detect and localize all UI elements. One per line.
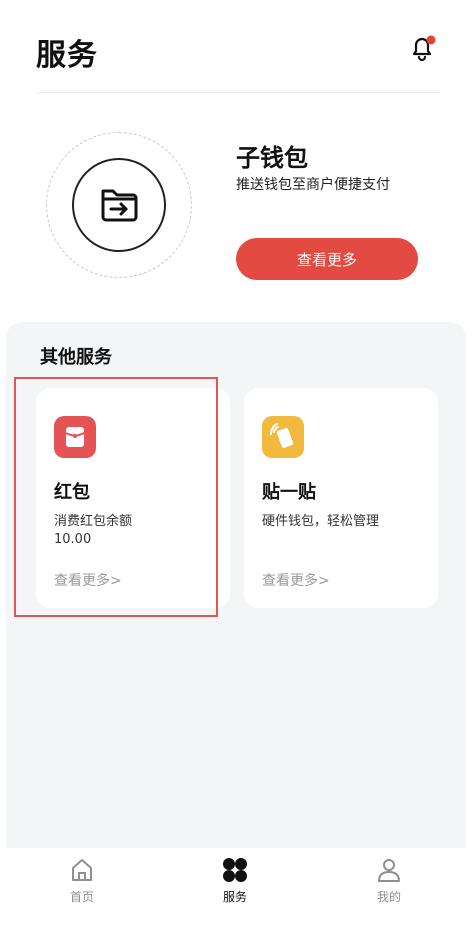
sub-wallet-title: 子钱包 xyxy=(236,144,308,172)
card-description: 硬件钱包，轻松管理 xyxy=(262,514,380,529)
tab-services[interactable]: 服务 xyxy=(195,856,275,905)
page-title: 服务 xyxy=(36,38,98,73)
tab-home[interactable]: 首页 xyxy=(42,856,122,905)
notification-bell-icon[interactable] xyxy=(406,32,438,64)
home-icon xyxy=(72,859,92,881)
profile-icon xyxy=(378,859,400,882)
view-more-link[interactable]: 查看更多> xyxy=(262,570,330,590)
view-more-button[interactable]: 查看更多 xyxy=(236,238,418,280)
tab-label: 首页 xyxy=(69,890,94,904)
card-title: 贴一贴 xyxy=(262,482,316,503)
selection-highlight xyxy=(14,377,218,617)
tap-card-icon xyxy=(262,416,304,458)
header-divider xyxy=(36,92,440,93)
tab-profile[interactable]: 我的 xyxy=(349,856,429,905)
tab-label: 服务 xyxy=(222,890,247,904)
sub-wallet-subtitle: 推送钱包至商户便捷支付 xyxy=(236,177,390,193)
header: 服务 xyxy=(0,0,476,92)
services-icon xyxy=(223,858,247,882)
other-services-title: 其他服务 xyxy=(40,347,112,368)
tap-card-card[interactable]: 贴一贴 硬件钱包，轻松管理 查看更多> xyxy=(244,388,438,608)
sub-wallet-icon[interactable] xyxy=(72,158,166,252)
tab-label: 我的 xyxy=(376,890,401,904)
